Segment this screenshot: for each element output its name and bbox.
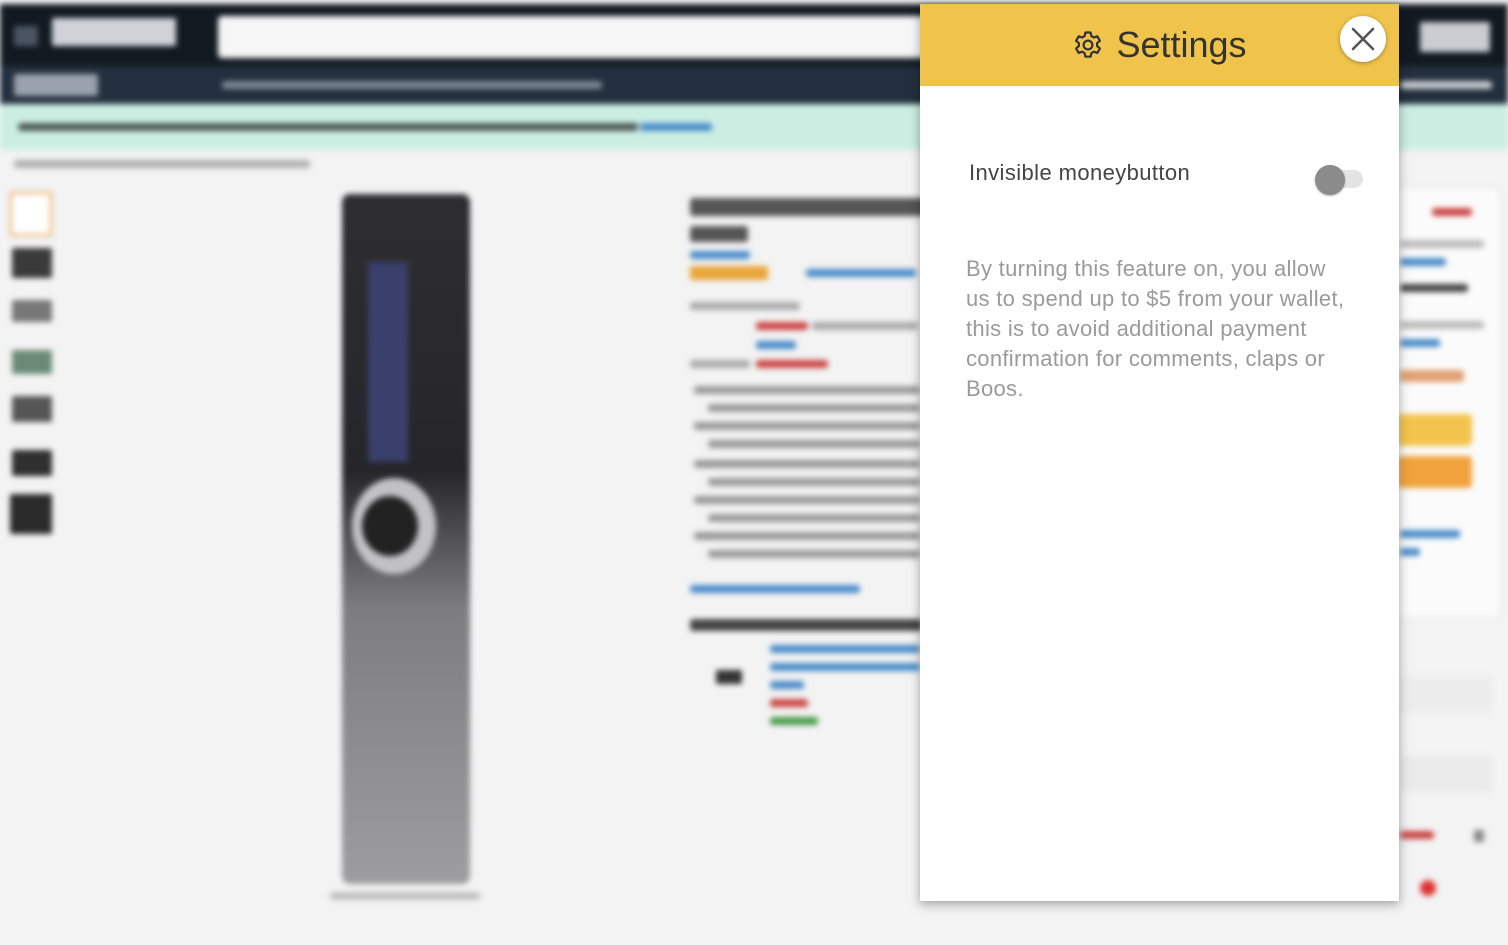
store-logo bbox=[52, 18, 176, 46]
settings-header: Settings bbox=[920, 4, 1399, 86]
buy-box-link bbox=[1400, 258, 1446, 266]
share-icon bbox=[1420, 880, 1436, 896]
feature-bullet bbox=[694, 386, 920, 394]
newer-model-stock bbox=[770, 717, 818, 725]
list-price bbox=[690, 302, 800, 310]
newer-model-link bbox=[770, 663, 920, 671]
close-button[interactable] bbox=[1340, 16, 1386, 62]
cart-icon bbox=[1420, 22, 1490, 52]
you-save bbox=[690, 360, 750, 368]
add-to-cart-button bbox=[1398, 414, 1472, 446]
feature-bullet bbox=[708, 550, 920, 558]
buy-box-link bbox=[1400, 530, 1460, 538]
thumbnail bbox=[12, 396, 52, 422]
newer-model-price bbox=[770, 699, 808, 707]
thumbnail bbox=[12, 300, 52, 322]
buy-box-link bbox=[1400, 548, 1420, 556]
feature-bullet bbox=[694, 532, 920, 540]
star-rating bbox=[690, 266, 768, 280]
newer-model-link bbox=[770, 645, 920, 653]
chevron-right-icon bbox=[1474, 830, 1484, 842]
side-box bbox=[1400, 756, 1492, 792]
feature-bullet bbox=[694, 496, 920, 504]
savings bbox=[756, 360, 828, 368]
add-to-list-box bbox=[1400, 676, 1492, 712]
feature-bullet bbox=[708, 440, 920, 448]
buy-box-text bbox=[1400, 284, 1468, 292]
location-icon bbox=[14, 74, 98, 96]
feature-bullet bbox=[694, 422, 920, 430]
thumbnail bbox=[12, 450, 52, 476]
price bbox=[756, 322, 808, 330]
subnav-link bbox=[1400, 81, 1492, 89]
product-image-screen bbox=[368, 262, 408, 462]
settings-title: Settings bbox=[1116, 24, 1247, 65]
buy-box-date bbox=[1400, 370, 1464, 382]
newer-model-link bbox=[770, 681, 804, 689]
thumbnail bbox=[10, 494, 52, 534]
invisible-moneybutton-toggle[interactable] bbox=[1315, 164, 1369, 196]
setting-label: Invisible moneybutton bbox=[969, 160, 1191, 185]
buy-box-text bbox=[1400, 240, 1484, 248]
feature-bullet bbox=[708, 514, 920, 522]
subnav-link bbox=[222, 81, 602, 89]
thumbnail bbox=[12, 248, 52, 278]
close-icon bbox=[1350, 26, 1376, 52]
feature-bullet bbox=[694, 460, 920, 468]
settings-panel: Settings Invisible moneybutton By turnin… bbox=[920, 4, 1399, 901]
product-title bbox=[690, 226, 748, 242]
side-price bbox=[1400, 831, 1434, 839]
buy-box-link bbox=[1400, 339, 1440, 347]
brand-link bbox=[690, 251, 750, 259]
setting-row-invisible-moneybutton: Invisible moneybutton bbox=[969, 156, 1373, 196]
newer-model-heading bbox=[690, 619, 922, 631]
setting-description: By turning this feature on, you allow us… bbox=[966, 256, 1345, 401]
buy-now-button bbox=[1398, 456, 1472, 488]
feature-bullet bbox=[708, 404, 920, 412]
thumbnail bbox=[10, 192, 52, 236]
toggle-thumb bbox=[1315, 165, 1345, 195]
menu-icon bbox=[14, 26, 38, 46]
shipping-info bbox=[812, 322, 918, 330]
details-link bbox=[756, 341, 796, 349]
image-caption bbox=[330, 892, 480, 900]
used-offer-link bbox=[690, 585, 860, 593]
breadcrumb bbox=[14, 160, 310, 168]
ratings-link bbox=[806, 269, 916, 277]
newer-model-thumb bbox=[716, 670, 742, 684]
gear-icon bbox=[1072, 29, 1104, 61]
product-image-button-center bbox=[362, 496, 418, 556]
buy-box-text bbox=[1400, 321, 1484, 329]
product-title bbox=[690, 198, 930, 216]
buy-box-price bbox=[1432, 208, 1472, 216]
thumbnail bbox=[12, 350, 52, 374]
store-search-box bbox=[218, 16, 938, 58]
feature-bullet bbox=[708, 478, 920, 486]
banner-link bbox=[640, 123, 712, 131]
banner-text bbox=[18, 123, 638, 131]
